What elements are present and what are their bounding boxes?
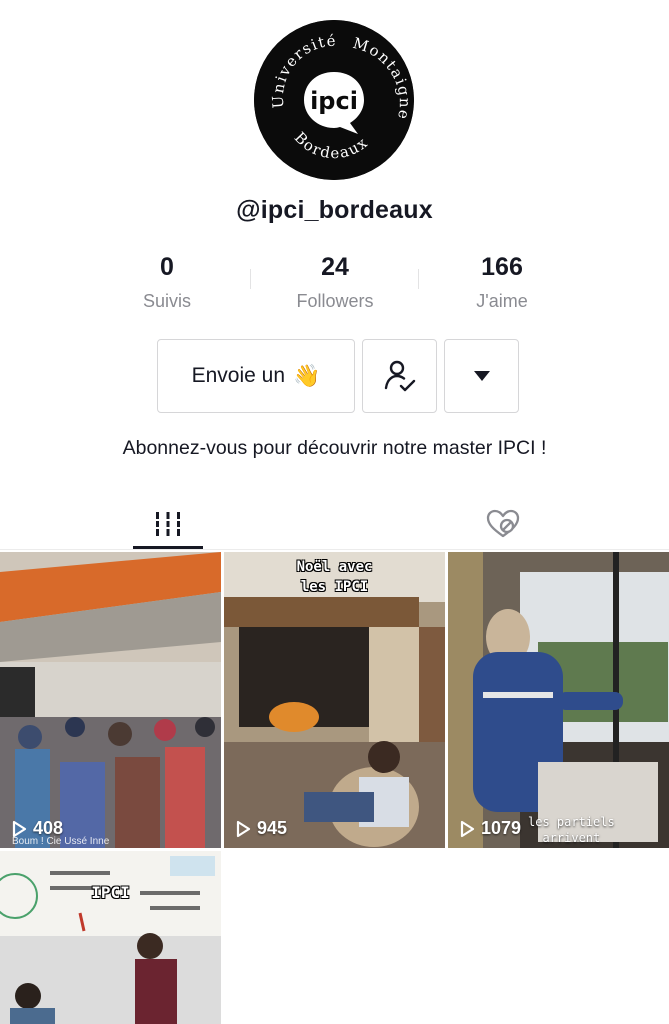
video-thumbnail[interactable]: les partiels arrivent 1079 bbox=[448, 552, 669, 848]
video-thumbnail[interactable]: IPCI bbox=[0, 851, 221, 1024]
video-thumbnail[interactable]: Noël avec les IPCI 945 bbox=[224, 552, 445, 848]
video-thumbnail-image bbox=[0, 552, 221, 848]
video-caption-line: arrivent bbox=[542, 831, 601, 845]
grid-bars-icon bbox=[154, 512, 182, 536]
video-caption-line: les IPCI bbox=[300, 579, 369, 595]
view-count-value: 408 bbox=[33, 818, 64, 838]
profile-stats: 0 Suivis 24 Followers 166 J'aime bbox=[0, 250, 669, 320]
tabs-divider bbox=[0, 549, 669, 550]
university-logo: Université Montaigne Bordeaux ipci bbox=[254, 20, 414, 180]
stat-likes: 166 J'aime bbox=[417, 250, 587, 318]
wave-emoji: 👋 bbox=[293, 363, 321, 388]
followers-count: 24 bbox=[321, 253, 349, 281]
likes-label: J'aime bbox=[476, 291, 528, 311]
person-check-icon bbox=[384, 360, 415, 392]
play-icon bbox=[460, 820, 475, 837]
video-caption: Noël avec les IPCI bbox=[224, 557, 445, 597]
heart-hidden-icon bbox=[486, 509, 520, 538]
video-thumbnail[interactable]: Boum ! Cie Ussé Inne 408 bbox=[0, 552, 221, 848]
more-options-button[interactable] bbox=[444, 339, 519, 413]
stat-followers[interactable]: 24 Followers bbox=[250, 250, 420, 318]
follow-status-button[interactable] bbox=[362, 339, 437, 413]
video-caption-line: Noël avec bbox=[296, 559, 373, 575]
avatar-logo-text: ipci bbox=[310, 87, 358, 115]
video-thumbnail-image bbox=[448, 552, 669, 848]
tab-videos[interactable] bbox=[133, 498, 203, 550]
following-label: Suivis bbox=[142, 291, 191, 311]
message-button-label: Envoie un bbox=[191, 364, 285, 387]
video-caption: les partiels arrivent bbox=[528, 814, 615, 846]
following-count: 0 bbox=[160, 253, 174, 281]
video-thumbnail-image bbox=[0, 851, 221, 1024]
view-count-value: 945 bbox=[257, 818, 288, 838]
view-count: 408 bbox=[10, 818, 63, 839]
play-icon bbox=[236, 820, 251, 837]
likes-count: 166 bbox=[481, 253, 523, 281]
view-count: 945 bbox=[234, 818, 287, 839]
profile-avatar[interactable]: Université Montaigne Bordeaux ipci bbox=[254, 20, 414, 180]
message-button[interactable]: Envoie un 👋 bbox=[157, 339, 355, 413]
view-count: 1079 bbox=[458, 818, 521, 839]
profile-bio: Abonnez-vous pour découvrir notre master… bbox=[122, 437, 547, 459]
stat-following[interactable]: 0 Suivis bbox=[82, 250, 252, 318]
play-icon bbox=[12, 820, 27, 837]
caret-down-icon bbox=[473, 371, 490, 381]
view-count-value: 1079 bbox=[481, 818, 522, 838]
video-caption-line: les partiels bbox=[528, 815, 615, 829]
tab-liked[interactable] bbox=[468, 498, 538, 550]
video-caption: IPCI bbox=[91, 883, 130, 902]
followers-label: Followers bbox=[296, 291, 374, 311]
profile-username: @ipci_bordeaux bbox=[236, 196, 433, 224]
